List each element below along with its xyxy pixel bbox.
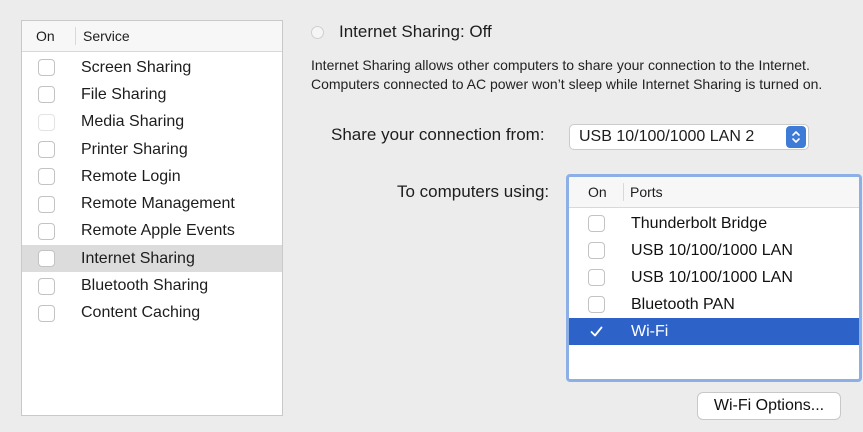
service-row-content-caching[interactable]: Content Caching bbox=[22, 300, 282, 327]
service-row-file-sharing[interactable]: File Sharing bbox=[22, 81, 282, 108]
port-label: Bluetooth PAN bbox=[631, 295, 735, 313]
service-label: Printer Sharing bbox=[81, 140, 188, 158]
column-header-ports[interactable]: Ports bbox=[623, 183, 663, 201]
column-header-on[interactable]: On bbox=[22, 28, 75, 44]
service-row-printer-sharing[interactable]: Printer Sharing bbox=[22, 136, 282, 163]
ports-list: Thunderbolt Bridge USB 10/100/1000 LAN U… bbox=[569, 208, 859, 345]
share-from-select[interactable]: USB 10/100/1000 LAN 2 bbox=[569, 124, 809, 150]
service-label: Screen Sharing bbox=[81, 58, 192, 76]
ports-table-header: On Ports bbox=[569, 177, 859, 208]
services-list-panel: On Service Screen Sharing File Sharing M… bbox=[21, 20, 283, 416]
service-row-remote-apple-events[interactable]: Remote Apple Events bbox=[22, 218, 282, 245]
service-description: Internet Sharing allows other computers … bbox=[311, 57, 823, 92]
service-row-internet-sharing[interactable]: Internet Sharing bbox=[22, 245, 282, 273]
radio-off-icon bbox=[311, 25, 324, 39]
ports-list-panel: On Ports Thunderbolt Bridge USB 10/100/1… bbox=[566, 174, 862, 382]
service-label: Remote Management bbox=[81, 195, 235, 213]
service-label: Remote Login bbox=[81, 167, 181, 185]
service-checkbox[interactable] bbox=[38, 86, 55, 104]
service-status: Internet Sharing: Off bbox=[311, 22, 492, 42]
port-label: USB 10/100/1000 LAN bbox=[631, 268, 793, 286]
service-label: Media Sharing bbox=[81, 113, 185, 131]
services-list: Screen Sharing File Sharing Media Sharin… bbox=[22, 52, 282, 327]
service-checkbox[interactable] bbox=[38, 59, 55, 77]
service-checkbox[interactable] bbox=[38, 277, 55, 295]
port-checkbox[interactable] bbox=[588, 296, 605, 313]
port-label: Thunderbolt Bridge bbox=[631, 214, 768, 232]
service-checkbox[interactable] bbox=[38, 304, 55, 322]
port-row-usb-lan-2[interactable]: USB 10/100/1000 LAN bbox=[569, 264, 859, 291]
port-label: Wi-Fi bbox=[631, 322, 669, 340]
service-checkbox[interactable] bbox=[38, 168, 55, 186]
service-checkbox[interactable] bbox=[38, 222, 55, 240]
service-label: File Sharing bbox=[81, 85, 167, 103]
service-row-remote-login[interactable]: Remote Login bbox=[22, 163, 282, 190]
wifi-options-button[interactable]: Wi-Fi Options... bbox=[697, 392, 841, 420]
service-checkbox[interactable] bbox=[38, 195, 55, 213]
port-row-thunderbolt-bridge[interactable]: Thunderbolt Bridge bbox=[569, 210, 859, 237]
port-row-bluetooth-pan[interactable]: Bluetooth PAN bbox=[569, 291, 859, 318]
service-label: Bluetooth Sharing bbox=[81, 277, 209, 295]
port-label: USB 10/100/1000 LAN bbox=[631, 241, 793, 259]
service-label: Internet Sharing bbox=[81, 249, 195, 267]
port-checkbox[interactable] bbox=[588, 269, 605, 286]
port-checkbox[interactable] bbox=[588, 323, 605, 340]
service-row-bluetooth-sharing[interactable]: Bluetooth Sharing bbox=[22, 272, 282, 299]
column-header-port-on[interactable]: On bbox=[569, 184, 623, 200]
chevron-updown-icon[interactable] bbox=[786, 126, 806, 148]
share-from-label: Share your connection from: bbox=[331, 125, 545, 144]
service-row-remote-management[interactable]: Remote Management bbox=[22, 190, 282, 217]
service-checkbox[interactable] bbox=[38, 250, 55, 268]
service-label: Remote Apple Events bbox=[81, 222, 235, 240]
port-row-wifi[interactable]: Wi-Fi bbox=[569, 318, 859, 345]
column-header-service[interactable]: Service bbox=[75, 27, 130, 45]
services-table-header: On Service bbox=[22, 21, 282, 52]
to-computers-label: To computers using: bbox=[397, 182, 550, 201]
service-label: Content Caching bbox=[81, 304, 201, 322]
share-from-value: USB 10/100/1000 LAN 2 bbox=[579, 128, 755, 145]
service-checkbox[interactable] bbox=[38, 113, 55, 131]
service-status-title: Internet Sharing: Off bbox=[339, 22, 492, 41]
service-row-screen-sharing[interactable]: Screen Sharing bbox=[22, 54, 282, 81]
service-checkbox[interactable] bbox=[38, 141, 55, 159]
port-row-usb-lan-1[interactable]: USB 10/100/1000 LAN bbox=[569, 237, 859, 264]
chevron-updown-glyph bbox=[792, 131, 800, 143]
port-checkbox[interactable] bbox=[588, 242, 605, 259]
checkmark-icon bbox=[590, 326, 603, 337]
port-checkbox[interactable] bbox=[588, 215, 605, 232]
service-row-media-sharing[interactable]: Media Sharing bbox=[22, 109, 282, 136]
